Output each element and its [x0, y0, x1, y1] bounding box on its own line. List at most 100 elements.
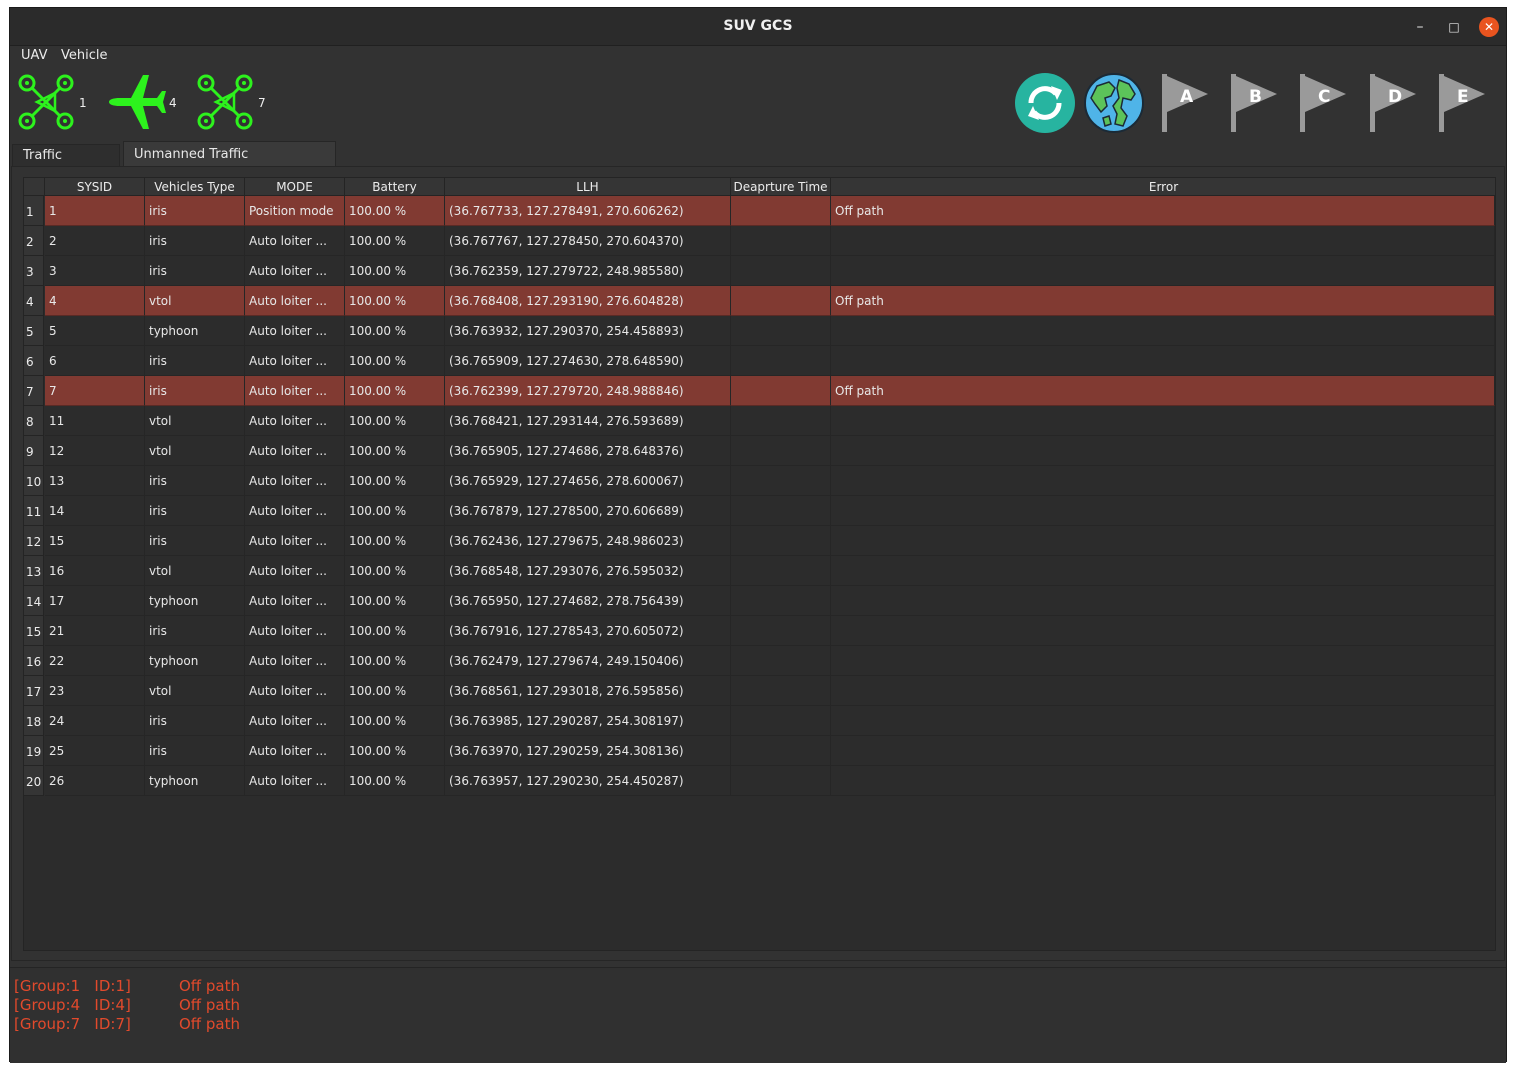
cell-mode[interactable]: Auto loiter ... — [245, 766, 345, 796]
table-row[interactable]: 6 6 iris Auto loiter ... 100.00 % (36.765909,… — [24, 346, 1495, 376]
menu-vehicle[interactable]: Vehicle — [61, 48, 108, 63]
cell-battery[interactable]: 100.00 % — [345, 286, 445, 316]
cell-error[interactable] — [831, 256, 1495, 286]
cell-sysid[interactable]: 7 — [45, 376, 145, 406]
cell-sysid[interactable]: 11 — [45, 406, 145, 436]
row-number[interactable]: 1 — [24, 196, 44, 226]
row-number[interactable]: 19 — [24, 736, 44, 766]
cell-dep[interactable] — [731, 286, 831, 316]
cell-error[interactable] — [831, 316, 1495, 346]
row-number[interactable]: 6 — [24, 346, 44, 376]
table-row[interactable]: 15 21 iris Auto loiter ... 100.00 % (36.76791… — [24, 616, 1495, 646]
cell-sysid[interactable]: 24 — [45, 706, 145, 736]
table-corner[interactable] — [24, 178, 45, 196]
col-header-battery[interactable]: Battery — [345, 178, 445, 196]
cell-error[interactable] — [831, 736, 1495, 766]
cell-battery[interactable]: 100.00 % — [345, 736, 445, 766]
cell-dep[interactable] — [731, 616, 831, 646]
table-row[interactable]: 12 15 iris Auto loiter ... 100.00 % (36.76243… — [24, 526, 1495, 556]
cell-dep[interactable] — [731, 646, 831, 676]
cell-llh[interactable]: (36.767733, 127.278491, 270.606262) — [445, 196, 731, 226]
cell-sysid[interactable]: 14 — [45, 496, 145, 526]
cell-dep[interactable] — [731, 586, 831, 616]
cell-type[interactable]: iris — [145, 376, 245, 406]
row-number[interactable]: 8 — [24, 406, 44, 436]
cell-dep[interactable] — [731, 676, 831, 706]
cell-dep[interactable] — [731, 556, 831, 586]
cell-sysid[interactable]: 6 — [45, 346, 145, 376]
cell-dep[interactable] — [731, 196, 831, 226]
cell-dep[interactable] — [731, 526, 831, 556]
cell-error[interactable] — [831, 526, 1495, 556]
cell-sysid[interactable]: 15 — [45, 526, 145, 556]
cell-type[interactable]: vtol — [145, 436, 245, 466]
cell-error[interactable] — [831, 766, 1495, 796]
cell-mode[interactable]: Auto loiter ... — [245, 346, 345, 376]
cell-mode[interactable]: Position mode — [245, 196, 345, 226]
vehicle-4-button[interactable] — [105, 71, 167, 133]
tab-traffic-control[interactable]: Traffic Control — [12, 144, 120, 185]
cell-llh[interactable]: (36.768408, 127.293190, 276.604828) — [445, 286, 731, 316]
flag-b-button[interactable]: B — [1229, 72, 1291, 134]
cell-error[interactable] — [831, 406, 1495, 436]
cell-llh[interactable]: (36.768548, 127.293076, 276.595032) — [445, 556, 731, 586]
row-number[interactable]: 14 — [24, 586, 44, 616]
cell-mode[interactable]: Auto loiter ... — [245, 556, 345, 586]
cell-dep[interactable] — [731, 346, 831, 376]
cell-mode[interactable]: Auto loiter ... — [245, 406, 345, 436]
table-row[interactable]: 13 16 vtol Auto loiter ... 100.00 % (36.76854… — [24, 556, 1495, 586]
cell-type[interactable]: vtol — [145, 556, 245, 586]
cell-type[interactable]: iris — [145, 736, 245, 766]
cell-error[interactable] — [831, 706, 1495, 736]
table-row[interactable]: 18 24 iris Auto loiter ... 100.00 % (36.76398… — [24, 706, 1495, 736]
cell-llh[interactable]: (36.762436, 127.279675, 248.986023) — [445, 526, 731, 556]
tab-unmanned-traffic-management[interactable]: Unmanned Traffic Management — [123, 141, 336, 188]
cell-mode[interactable]: Auto loiter ... — [245, 376, 345, 406]
row-number[interactable]: 4 — [24, 286, 44, 316]
cell-error[interactable] — [831, 676, 1495, 706]
cell-battery[interactable]: 100.00 % — [345, 316, 445, 346]
row-number[interactable]: 15 — [24, 616, 44, 646]
cell-error[interactable] — [831, 436, 1495, 466]
col-header-vehicles-type[interactable]: Vehicles Type — [145, 178, 245, 196]
cell-battery[interactable]: 100.00 % — [345, 586, 445, 616]
table-row[interactable]: 19 25 iris Auto loiter ... 100.00 % (36.76397… — [24, 736, 1495, 766]
cell-sysid[interactable]: 4 — [45, 286, 145, 316]
cell-sysid[interactable]: 22 — [45, 646, 145, 676]
cell-llh[interactable]: (36.765929, 127.274656, 278.600067) — [445, 466, 731, 496]
cell-type[interactable]: iris — [145, 466, 245, 496]
vehicle-1-button[interactable] — [15, 71, 77, 133]
cell-mode[interactable]: Auto loiter ... — [245, 706, 345, 736]
cell-dep[interactable] — [731, 226, 831, 256]
cell-llh[interactable]: (36.768561, 127.293018, 276.595856) — [445, 676, 731, 706]
cell-llh[interactable]: (36.762359, 127.279722, 248.985580) — [445, 256, 731, 286]
cell-error[interactable]: Off path — [831, 286, 1495, 316]
cell-type[interactable]: iris — [145, 706, 245, 736]
col-header-error[interactable]: Error — [831, 178, 1495, 196]
cell-error[interactable] — [831, 616, 1495, 646]
cell-battery[interactable]: 100.00 % — [345, 256, 445, 286]
col-header-mode[interactable]: MODE — [245, 178, 345, 196]
cell-sysid[interactable]: 21 — [45, 616, 145, 646]
col-header-sysid[interactable]: SYSID — [45, 178, 145, 196]
table-row[interactable]: 8 11 vtol Auto loiter ... 100.00 % (36.768421… — [24, 406, 1495, 436]
flag-c-button[interactable]: C — [1298, 72, 1360, 134]
cell-llh[interactable]: (36.763957, 127.290230, 254.450287) — [445, 766, 731, 796]
table-row[interactable]: 5 5 typhoon Auto loiter ... 100.00 % (36.7639… — [24, 316, 1495, 346]
table-row[interactable]: 11 14 iris Auto loiter ... 100.00 % (36.76787… — [24, 496, 1495, 526]
col-header-departure-time[interactable]: Deaprture Time — [731, 178, 831, 196]
cell-type[interactable]: iris — [145, 346, 245, 376]
flag-e-button[interactable]: E — [1437, 72, 1499, 134]
cell-dep[interactable] — [731, 766, 831, 796]
vehicle-table[interactable]: SYSID Vehicles Type MODE Battery LLH Dea… — [23, 177, 1496, 951]
minimize-button[interactable]: – — [1410, 17, 1430, 37]
close-button[interactable]: ✕ — [1479, 17, 1499, 37]
cell-sysid[interactable]: 23 — [45, 676, 145, 706]
cell-mode[interactable]: Auto loiter ... — [245, 496, 345, 526]
cell-dep[interactable] — [731, 466, 831, 496]
cell-mode[interactable]: Auto loiter ... — [245, 436, 345, 466]
cell-llh[interactable]: (36.763932, 127.290370, 254.458893) — [445, 316, 731, 346]
cell-error[interactable] — [831, 586, 1495, 616]
table-row[interactable]: 2 2 iris Auto loiter ... 100.00 % (36.767767,… — [24, 226, 1495, 256]
cell-type[interactable]: vtol — [145, 286, 245, 316]
